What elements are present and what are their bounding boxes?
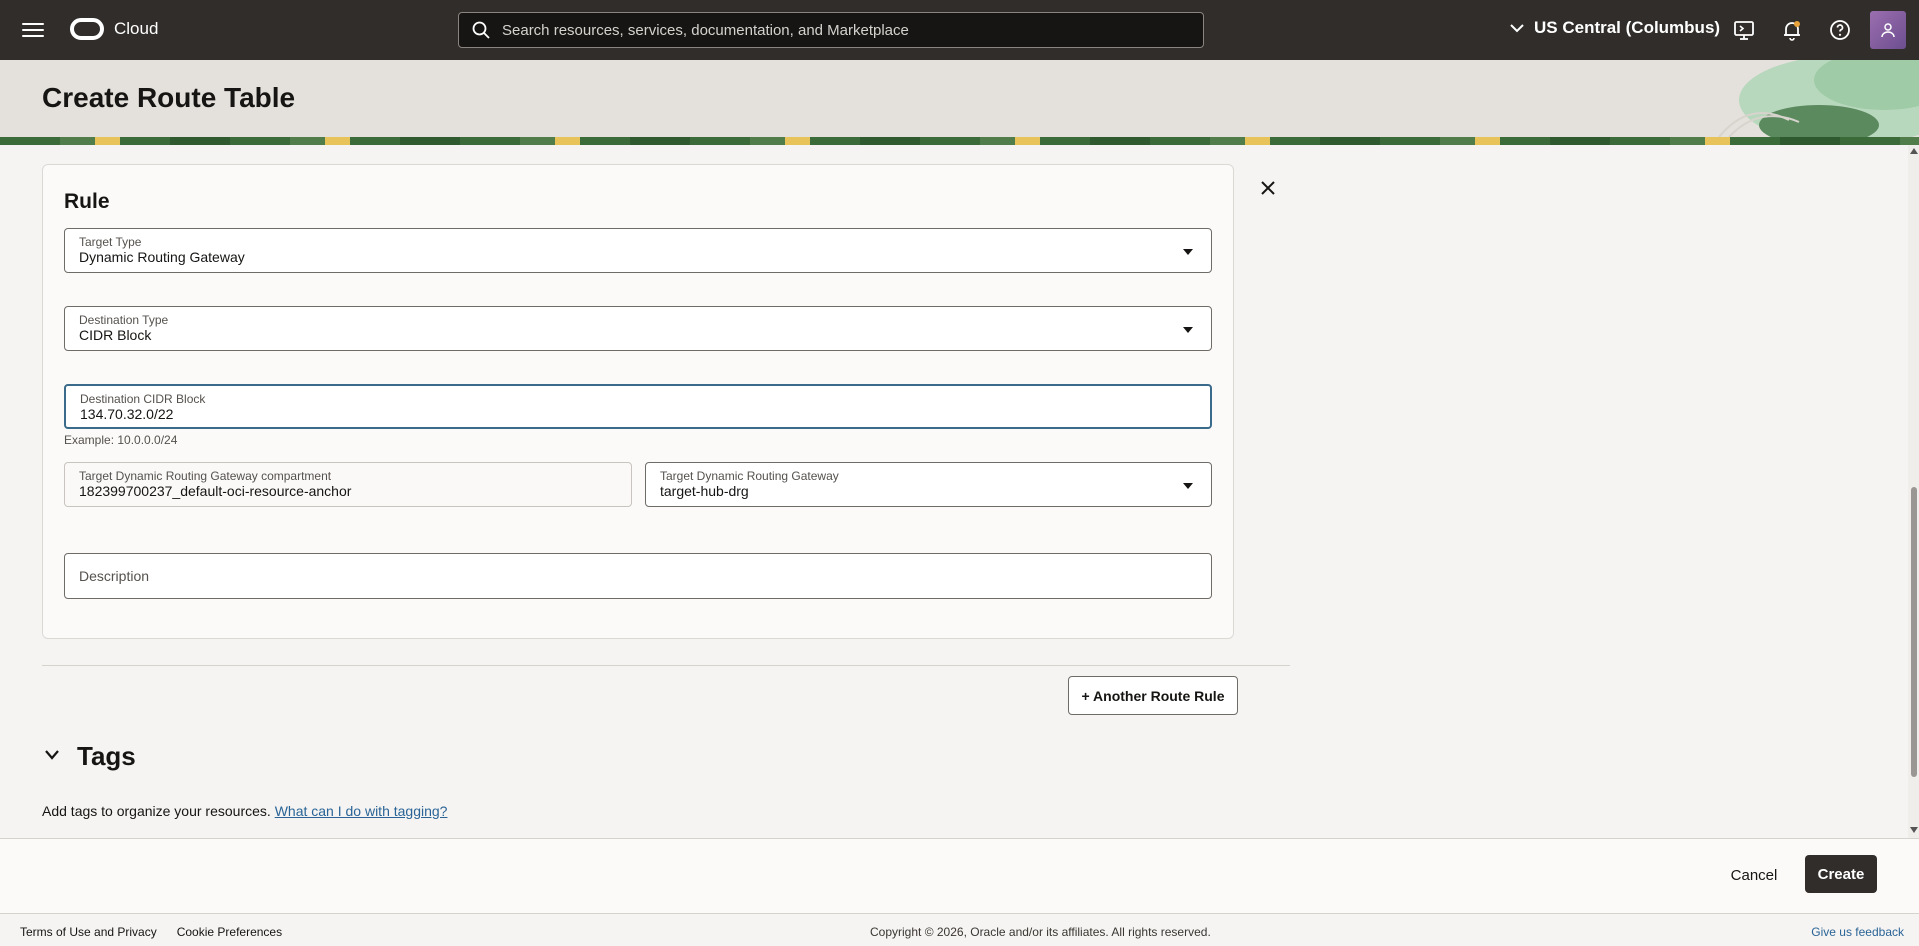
cloud-shell-icon[interactable] — [1732, 18, 1756, 42]
vertical-scrollbar[interactable] — [1908, 145, 1919, 838]
description-placeholder: Description — [79, 568, 150, 584]
description-input[interactable]: Description — [64, 553, 1212, 599]
hamburger-menu-icon[interactable] — [22, 20, 44, 40]
form-action-bar: Cancel Create — [0, 838, 1919, 913]
caret-down-icon — [1183, 327, 1193, 333]
target-type-label: Target Type — [79, 235, 142, 249]
help-icon[interactable] — [1828, 18, 1852, 42]
destination-type-label: Destination Type — [79, 313, 169, 327]
target-drg-value: target-hub-drg — [660, 483, 749, 499]
brand-label[interactable]: Cloud — [114, 19, 158, 39]
region-label: US Central (Columbus) — [1534, 18, 1721, 37]
caret-down-icon — [1183, 249, 1193, 255]
destination-cidr-input[interactable]: Destination CIDR Block 134.70.32.0/22 — [64, 384, 1212, 429]
destination-cidr-help: Example: 10.0.0.0/24 — [64, 433, 178, 447]
section-divider — [42, 665, 1290, 666]
add-another-route-rule-button[interactable]: + Another Route Rule — [1068, 676, 1238, 715]
target-type-select[interactable]: Target Type Dynamic Routing Gateway — [64, 228, 1212, 273]
page-footer: Terms of Use and Privacy Cookie Preferen… — [0, 913, 1919, 946]
target-drg-select[interactable]: Target Dynamic Routing Gateway target-hu… — [645, 462, 1212, 507]
region-selector[interactable]: US Central (Columbus) — [1510, 18, 1720, 38]
tags-section-title[interactable]: Tags — [77, 741, 136, 772]
drg-compartment-value: 182399700237_default-oci-resource-anchor — [79, 483, 352, 499]
destination-cidr-value[interactable]: 134.70.32.0/22 — [80, 406, 173, 422]
page-header: Create Route Table — [0, 60, 1919, 137]
main-content: Rule Target Type Dynamic Routing Gateway… — [0, 145, 1908, 838]
cookie-preferences-link[interactable]: Cookie Preferences — [177, 925, 282, 939]
scroll-up-arrow-icon[interactable] — [1910, 148, 1918, 154]
page-title: Create Route Table — [42, 82, 296, 113]
top-navigation-bar: Cloud US Central (Columbus) — [0, 0, 1919, 60]
destination-type-value: CIDR Block — [79, 327, 152, 343]
drg-compartment-field[interactable]: Target Dynamic Routing Gateway compartme… — [64, 462, 632, 507]
route-rule-card: Rule Target Type Dynamic Routing Gateway… — [42, 164, 1234, 639]
rule-heading: Rule — [64, 190, 110, 213]
chevron-down-icon — [1510, 23, 1524, 32]
destination-cidr-label: Destination CIDR Block — [80, 392, 206, 406]
target-drg-label: Target Dynamic Routing Gateway — [660, 469, 839, 483]
user-profile-icon — [1881, 23, 1895, 38]
copyright-text: Copyright © 2026, Oracle and/or its affi… — [870, 925, 1211, 939]
caret-down-icon — [1183, 483, 1193, 489]
drg-compartment-label: Target Dynamic Routing Gateway compartme… — [79, 469, 332, 483]
oracle-logo-icon[interactable] — [70, 18, 104, 40]
header-pattern-band — [0, 137, 1919, 145]
tags-description-text: Add tags to organize your resources. — [42, 803, 271, 819]
search-icon — [472, 21, 490, 39]
target-type-value: Dynamic Routing Gateway — [79, 249, 245, 265]
header-decoration — [1718, 60, 1919, 137]
create-button[interactable]: Create — [1805, 855, 1877, 893]
cancel-button[interactable]: Cancel — [1718, 857, 1790, 893]
global-search[interactable] — [458, 12, 1204, 48]
destination-type-select[interactable]: Destination Type CIDR Block — [64, 306, 1212, 351]
terms-link[interactable]: Terms of Use and Privacy — [20, 925, 157, 939]
close-icon[interactable] — [1260, 180, 1276, 196]
user-avatar[interactable] — [1870, 11, 1906, 49]
tags-description: Add tags to organize your resources. Wha… — [42, 803, 447, 819]
notifications-bell-icon[interactable] — [1780, 18, 1804, 42]
tagging-help-link[interactable]: What can I do with tagging? — [275, 803, 448, 819]
scroll-down-arrow-icon[interactable] — [1910, 827, 1918, 833]
chevron-down-icon[interactable] — [44, 749, 60, 761]
search-input[interactable] — [502, 21, 1182, 39]
feedback-link[interactable]: Give us feedback — [1811, 925, 1904, 939]
scrollbar-thumb[interactable] — [1911, 487, 1917, 777]
